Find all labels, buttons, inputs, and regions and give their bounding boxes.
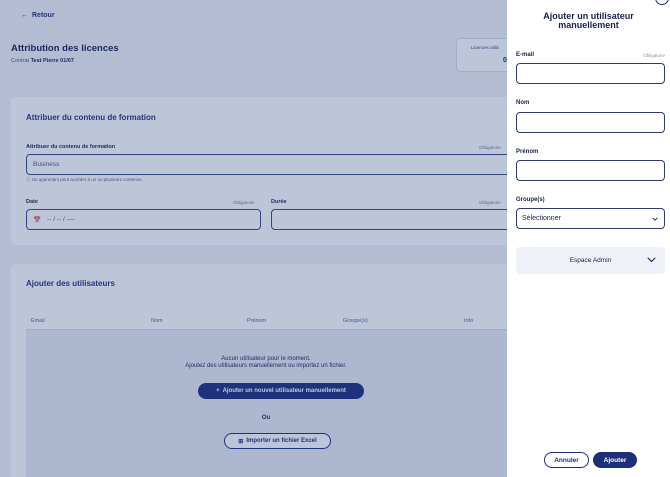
cancel-button[interactable]: Annuler <box>544 452 589 468</box>
email-label: E-mail <box>516 52 535 58</box>
email-required-label: Obligatoire <box>643 53 665 58</box>
chevron-down-icon <box>647 257 656 263</box>
chevron-down-icon <box>652 217 658 221</box>
admin-space-label: Espace Admin <box>569 257 612 264</box>
add-button[interactable]: Ajouter <box>593 452 637 468</box>
panel-title: Ajouter un utilisateur manuellement <box>543 11 634 30</box>
nom-input[interactable] <box>516 112 665 133</box>
groups-label: Groupe(s) <box>516 197 545 203</box>
groups-select-value: Sélectionner <box>522 215 561 222</box>
nom-label: Nom <box>516 100 530 106</box>
close-panel-button[interactable] <box>655 0 669 5</box>
add-user-panel: Ajouter un utilisateur manuellement E-ma… <box>507 0 670 477</box>
prenom-label: Prénom <box>516 149 539 155</box>
email-input[interactable] <box>516 63 665 84</box>
groups-select[interactable]: Sélectionner <box>516 208 665 229</box>
admin-space-accordion[interactable]: Espace Admin <box>516 247 665 274</box>
prenom-input[interactable] <box>516 160 665 181</box>
